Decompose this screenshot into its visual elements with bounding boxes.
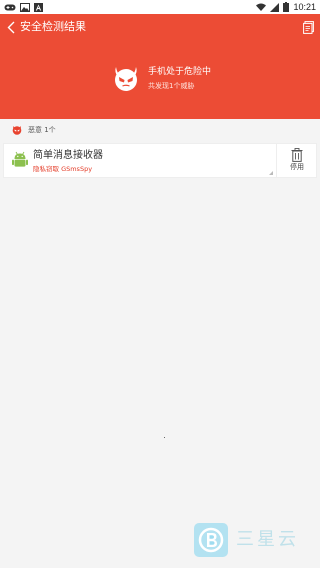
android-icon <box>12 151 28 167</box>
threat-summary: 手机处于危险中 共发现1个威胁 <box>112 64 211 92</box>
devil-icon <box>112 64 140 92</box>
screen: 10:21 安全检测结果 手机处于危险中 共发现1个威胁 恶意 1个 简单消息接… <box>0 0 320 568</box>
report-button[interactable] <box>301 19 315 35</box>
page-title: 安全检测结果 <box>20 20 86 33</box>
trash-icon <box>291 148 303 162</box>
status-bar-right: 10:21 <box>256 2 316 12</box>
threat-count: 共发现1个威胁 <box>148 81 195 90</box>
app-bar: 安全检测结果 <box>0 14 320 40</box>
disable-button[interactable]: 停用 <box>280 148 314 176</box>
malware-icon <box>12 125 22 135</box>
threat-header: 安全检测结果 手机处于危险中 共发现1个威胁 <box>0 14 320 119</box>
watermark: 三星云 <box>194 522 320 558</box>
app-name: 简单消息接收器 <box>33 150 103 161</box>
gamepad-icon <box>4 2 16 12</box>
stray-dot <box>164 437 165 438</box>
wifi-icon <box>256 2 267 12</box>
status-time: 10:21 <box>293 2 316 12</box>
image-icon <box>20 2 30 12</box>
status-bar-left <box>4 2 43 12</box>
battery-icon <box>283 2 290 12</box>
signal-icon <box>270 2 280 12</box>
card-divider <box>276 144 277 177</box>
threat-title: 手机处于危险中 <box>148 66 212 77</box>
category-header: 恶意 1个 <box>0 119 320 141</box>
category-label: 恶意 1个 <box>28 126 56 134</box>
watermark-text: 三星云 <box>236 529 299 550</box>
list-item[interactable]: 简单消息接收器 隐私窃取 GSmsSpy 停用 <box>3 143 317 178</box>
back-button[interactable] <box>4 18 18 36</box>
status-bar: 10:21 <box>0 0 320 14</box>
disable-label: 停用 <box>290 163 304 171</box>
font-icon <box>34 2 43 12</box>
expand-icon <box>269 171 273 175</box>
watermark-logo-icon <box>194 523 228 557</box>
document-icon <box>302 20 314 34</box>
threat-text: 手机处于危险中 共发现1个威胁 <box>148 66 211 91</box>
risk-label: 隐私窃取 GSmsSpy <box>33 165 93 173</box>
back-arrow-icon <box>7 21 15 33</box>
